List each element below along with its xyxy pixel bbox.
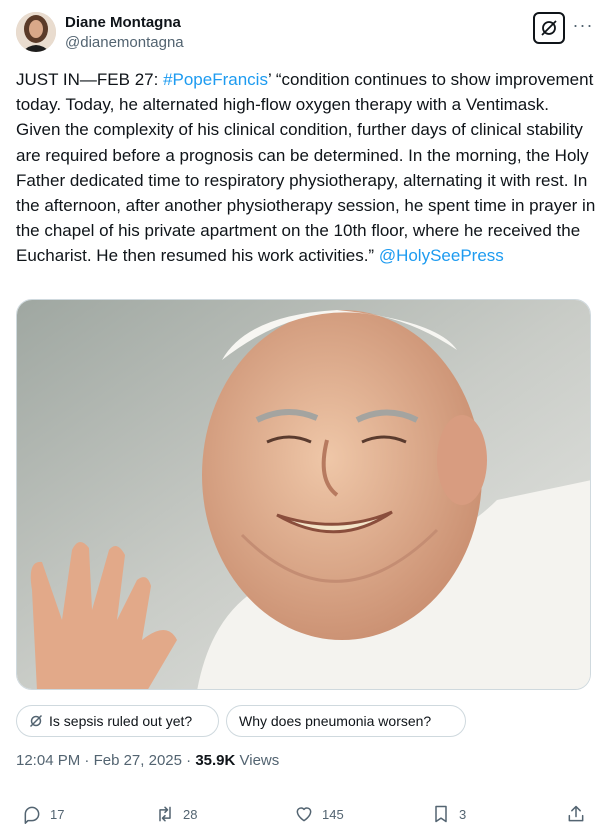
views-label: Views [235, 752, 280, 769]
avatar[interactable] [16, 12, 56, 52]
meta-separator: · [181, 752, 196, 769]
bookmark-button[interactable]: 3 [431, 796, 466, 832]
action-bar: 17 28 145 3 [0, 796, 609, 832]
like-count: 145 [322, 806, 344, 822]
repost-button[interactable]: 28 [155, 796, 197, 832]
grok-icon [541, 20, 557, 36]
grok-small-icon [29, 714, 43, 728]
suggestion-label: Is sepsis ruled out yet? [49, 713, 193, 729]
suggestion-pill-pneumonia[interactable]: Why does pneumonia worsen? [226, 705, 466, 737]
reply-icon [24, 806, 40, 824]
tweet-meta: 12:04 PM · Feb 27, 2025 · 35.9K Views [16, 751, 279, 771]
handle[interactable]: @dianemontagna [65, 33, 184, 53]
tweet-date[interactable]: Feb 27, 2025 [94, 752, 182, 769]
share-icon [568, 805, 584, 822]
mention-link[interactable]: @HolySeePress [379, 246, 504, 265]
like-button[interactable]: 145 [294, 796, 344, 832]
hashtag-link[interactable]: #PopeFrancis [163, 70, 268, 89]
tweet-header: Diane Montagna @dianemontagna ··· [16, 12, 593, 56]
like-icon [296, 807, 312, 822]
reply-count: 17 [50, 806, 65, 822]
bookmark-count: 3 [459, 806, 467, 822]
grok-button[interactable] [533, 12, 565, 44]
bookmark-icon [435, 805, 447, 823]
tweet-time[interactable]: 12:04 PM [16, 752, 80, 769]
tweet-prefix: JUST IN—FEB 27: [16, 70, 164, 89]
display-name[interactable]: Diane Montagna [65, 13, 184, 33]
views-count: 35.9K [195, 752, 236, 769]
more-icon[interactable]: ··· [571, 16, 595, 40]
repost-icon [159, 806, 171, 822]
suggestion-pill-sepsis[interactable]: Is sepsis ruled out yet? [16, 705, 219, 737]
repost-count: 28 [183, 806, 198, 822]
meta-separator: · [80, 752, 94, 769]
photo-image [17, 300, 590, 689]
tweet-body: ’ “condition continues to show improveme… [16, 70, 601, 266]
reply-button[interactable]: 17 [22, 796, 64, 832]
share-button[interactable] [566, 796, 594, 832]
suggestion-label: Why does pneumonia worsen? [239, 713, 432, 729]
author-names: Diane Montagna @dianemontagna [65, 13, 184, 53]
tweet-photo[interactable] [16, 299, 591, 690]
tweet-text: JUST IN—FEB 27: #PopeFrancis’ “condition… [16, 67, 596, 269]
